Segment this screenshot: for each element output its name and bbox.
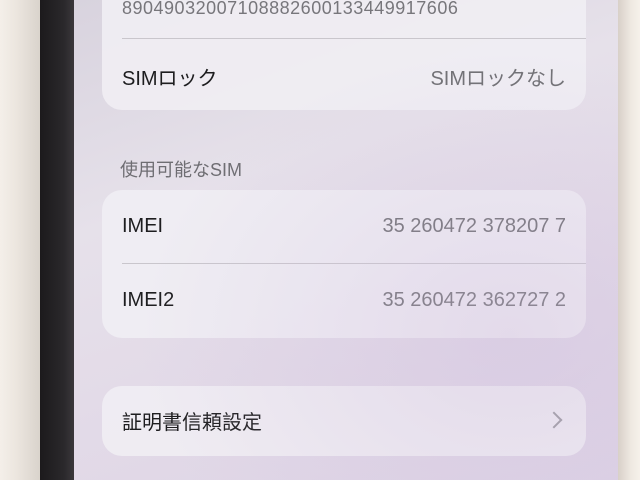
sim-lock-row: SIMロック SIMロックなし — [102, 54, 586, 98]
settings-screen: 89049032007108882600133449917606 SIMロック … — [74, 0, 618, 480]
imei-value: 35 260472 378207 7 — [382, 214, 566, 237]
certificate-trust-card: 証明書信頼設定 — [102, 386, 586, 456]
sim-lock-label: SIMロック — [122, 67, 218, 90]
device-frame-left — [0, 0, 40, 480]
certificate-trust-row[interactable]: 証明書信頼設定 — [102, 398, 586, 442]
sim-info-card: 89049032007108882600133449917606 SIMロック … — [102, 0, 586, 110]
imei2-label: IMEI2 — [122, 288, 175, 311]
iccid-value: 89049032007108882600133449917606 — [122, 0, 459, 18]
device-bezel-left — [40, 0, 74, 480]
imei2-row: IMEI2 35 260472 362727 2 — [102, 278, 586, 322]
device-frame-right — [618, 0, 640, 480]
chevron-right-icon — [545, 411, 563, 429]
available-sim-header: 使用可能なSIM — [120, 160, 243, 180]
imei-card: IMEI 35 260472 378207 7 IMEI2 35 260472 … — [102, 190, 586, 338]
imei-row: IMEI 35 260472 378207 7 — [102, 204, 586, 248]
imei-label: IMEI — [122, 214, 164, 237]
divider — [122, 38, 586, 39]
sim-lock-value: SIMロックなし — [430, 67, 566, 90]
divider — [122, 263, 586, 264]
certificate-trust-label: 証明書信頼設定 — [122, 411, 262, 434]
imei2-value: 35 260472 362727 2 — [382, 288, 566, 311]
